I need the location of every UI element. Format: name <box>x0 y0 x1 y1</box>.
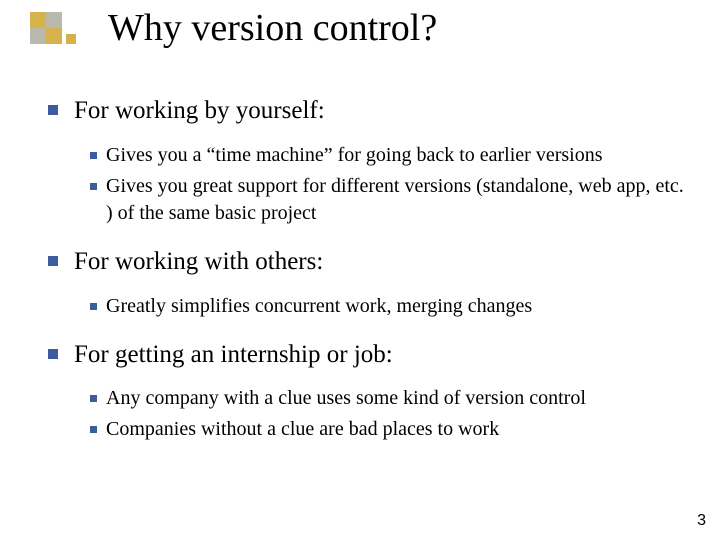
bullet-text: For working with others: <box>74 248 323 275</box>
slide: Why version control? For working by your… <box>0 0 720 540</box>
bullet-level2: Companies without a clue are bad places … <box>48 416 688 443</box>
bullet-level2: Any company with a clue uses some kind o… <box>48 385 688 412</box>
bullet-level1: For working by yourself: <box>48 94 688 128</box>
slide-title: Why version control? <box>108 6 437 50</box>
bullet-text: Gives you a “time machine” for going bac… <box>106 144 603 166</box>
slide-body: For working by yourself: Gives you a “ti… <box>48 94 688 461</box>
bullet-level1: For getting an internship or job: <box>48 338 688 372</box>
bullet-level2: Gives you a “time machine” for going bac… <box>48 142 688 169</box>
bullet-level1: For working with others: <box>48 245 688 279</box>
bullet-group: Gives you a “time machine” for going bac… <box>48 142 688 227</box>
bullet-group: Any company with a clue uses some kind o… <box>48 385 688 443</box>
corner-squares-icon <box>30 12 90 44</box>
bullet-level2: Greatly simplifies concurrent work, merg… <box>48 293 688 320</box>
bullet-text: Any company with a clue uses some kind o… <box>106 387 586 409</box>
bullet-text: For getting an internship or job: <box>74 341 393 368</box>
bullet-group: Greatly simplifies concurrent work, merg… <box>48 293 688 320</box>
bullet-text: For working by yourself: <box>74 97 325 124</box>
bullet-text: Gives you great support for different ve… <box>106 175 684 224</box>
title-decoration <box>30 12 90 49</box>
page-number: 3 <box>697 512 706 530</box>
bullet-level2: Gives you great support for different ve… <box>48 173 688 227</box>
bullet-text: Greatly simplifies concurrent work, merg… <box>106 295 532 317</box>
bullet-text: Companies without a clue are bad places … <box>106 418 499 440</box>
